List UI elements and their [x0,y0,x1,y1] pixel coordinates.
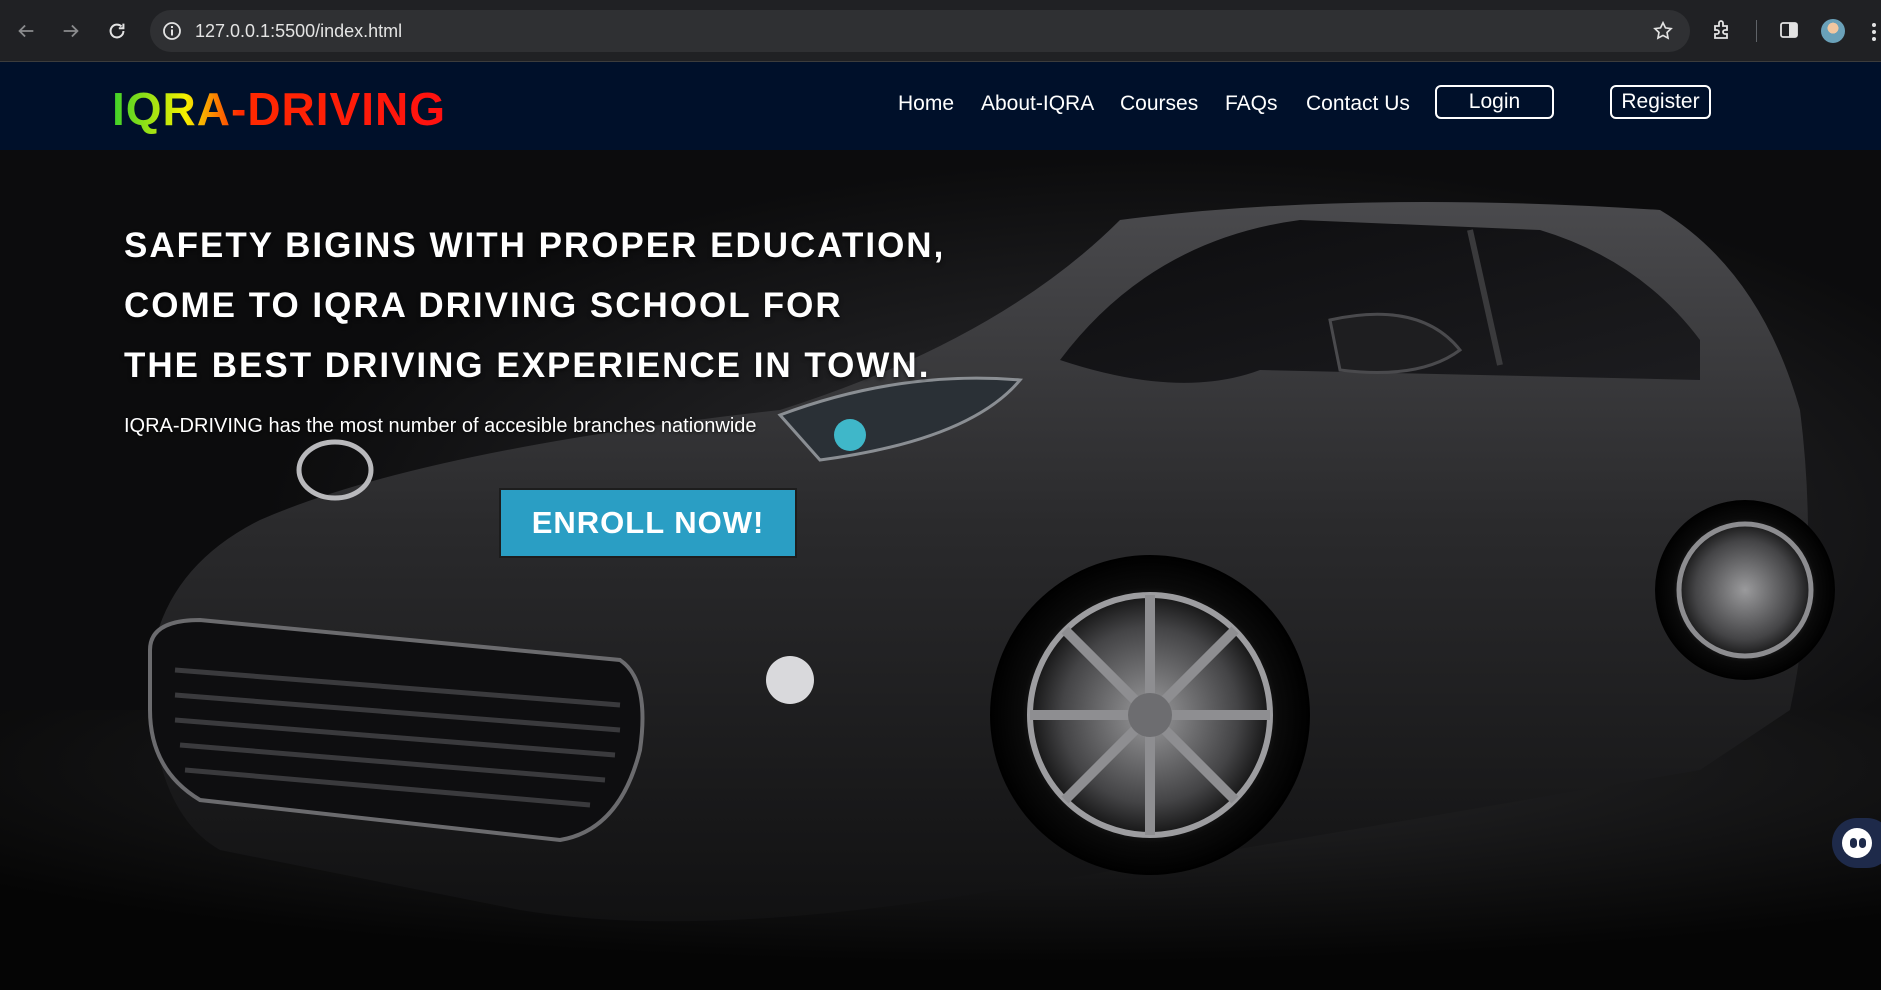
hero-headline: SAFETY BIGINS WITH PROPER EDUCATION, COM… [124,216,945,396]
address-bar[interactable]: 127.0.0.1:5500/index.html [150,10,1690,52]
reload-icon[interactable] [103,14,131,48]
toolbar-divider [1756,20,1757,42]
hero-section: SAFETY BIGINS WITH PROPER EDUCATION, COM… [0,150,1881,990]
nav-faqs[interactable]: FAQs [1225,92,1278,116]
headline-line: SAFETY BIGINS WITH PROPER EDUCATION, [124,226,946,265]
enroll-now-button[interactable]: ENROLL NOW! [499,488,797,558]
login-button[interactable]: Login [1435,85,1554,119]
chat-widget-button[interactable] [1832,818,1881,868]
nav-courses[interactable]: Courses [1120,92,1198,116]
side-panel-icon[interactable] [1777,18,1801,42]
headline-line: THE BEST DRIVING EXPERIENCE IN TOWN. [124,346,931,385]
extensions-icon[interactable] [1710,18,1734,42]
browser-toolbar: 127.0.0.1:5500/index.html [0,0,1881,62]
profile-avatar[interactable] [1821,19,1845,43]
nav-home[interactable]: Home [898,92,954,116]
url-text[interactable]: 127.0.0.1:5500/index.html [195,21,402,42]
bookmark-star-icon[interactable] [1652,20,1674,42]
headline-line: COME TO IQRA DRIVING SCHOOL FOR [124,286,843,325]
hero-subtext: IQRA-DRIVING has the most number of acce… [124,415,757,437]
nav-contact[interactable]: Contact Us [1306,92,1410,116]
site-info-icon[interactable] [162,21,182,41]
menu-icon[interactable] [1870,20,1878,44]
site-header: IQRA-DRIVING Home About-IQRA Courses FAQ… [0,62,1881,150]
site-logo[interactable]: IQRA-DRIVING [112,82,446,136]
back-icon[interactable] [12,14,40,48]
forward-icon[interactable] [57,14,85,48]
chat-bot-icon [1842,828,1872,858]
nav-about[interactable]: About-IQRA [981,92,1094,116]
register-button[interactable]: Register [1610,85,1711,119]
